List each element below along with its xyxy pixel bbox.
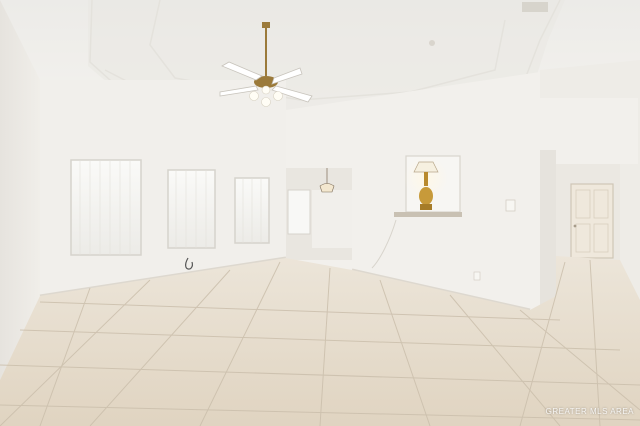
- photo-watermark: GREATER MLS AREA: [545, 407, 634, 416]
- pass-through-ledge: [394, 212, 462, 217]
- window-left: [70, 159, 142, 256]
- door-knob: [573, 224, 577, 228]
- corridor-pillar: [540, 150, 556, 310]
- ceiling-light-dot: [429, 40, 435, 46]
- light-switch: [505, 199, 516, 212]
- dining-window: [287, 189, 311, 235]
- outlet-right: [473, 271, 481, 281]
- room-scene: [0, 0, 640, 426]
- dining-back-wall: [312, 190, 352, 248]
- hall-door: [570, 183, 614, 259]
- window-middle: [167, 169, 216, 249]
- vent: [522, 2, 548, 12]
